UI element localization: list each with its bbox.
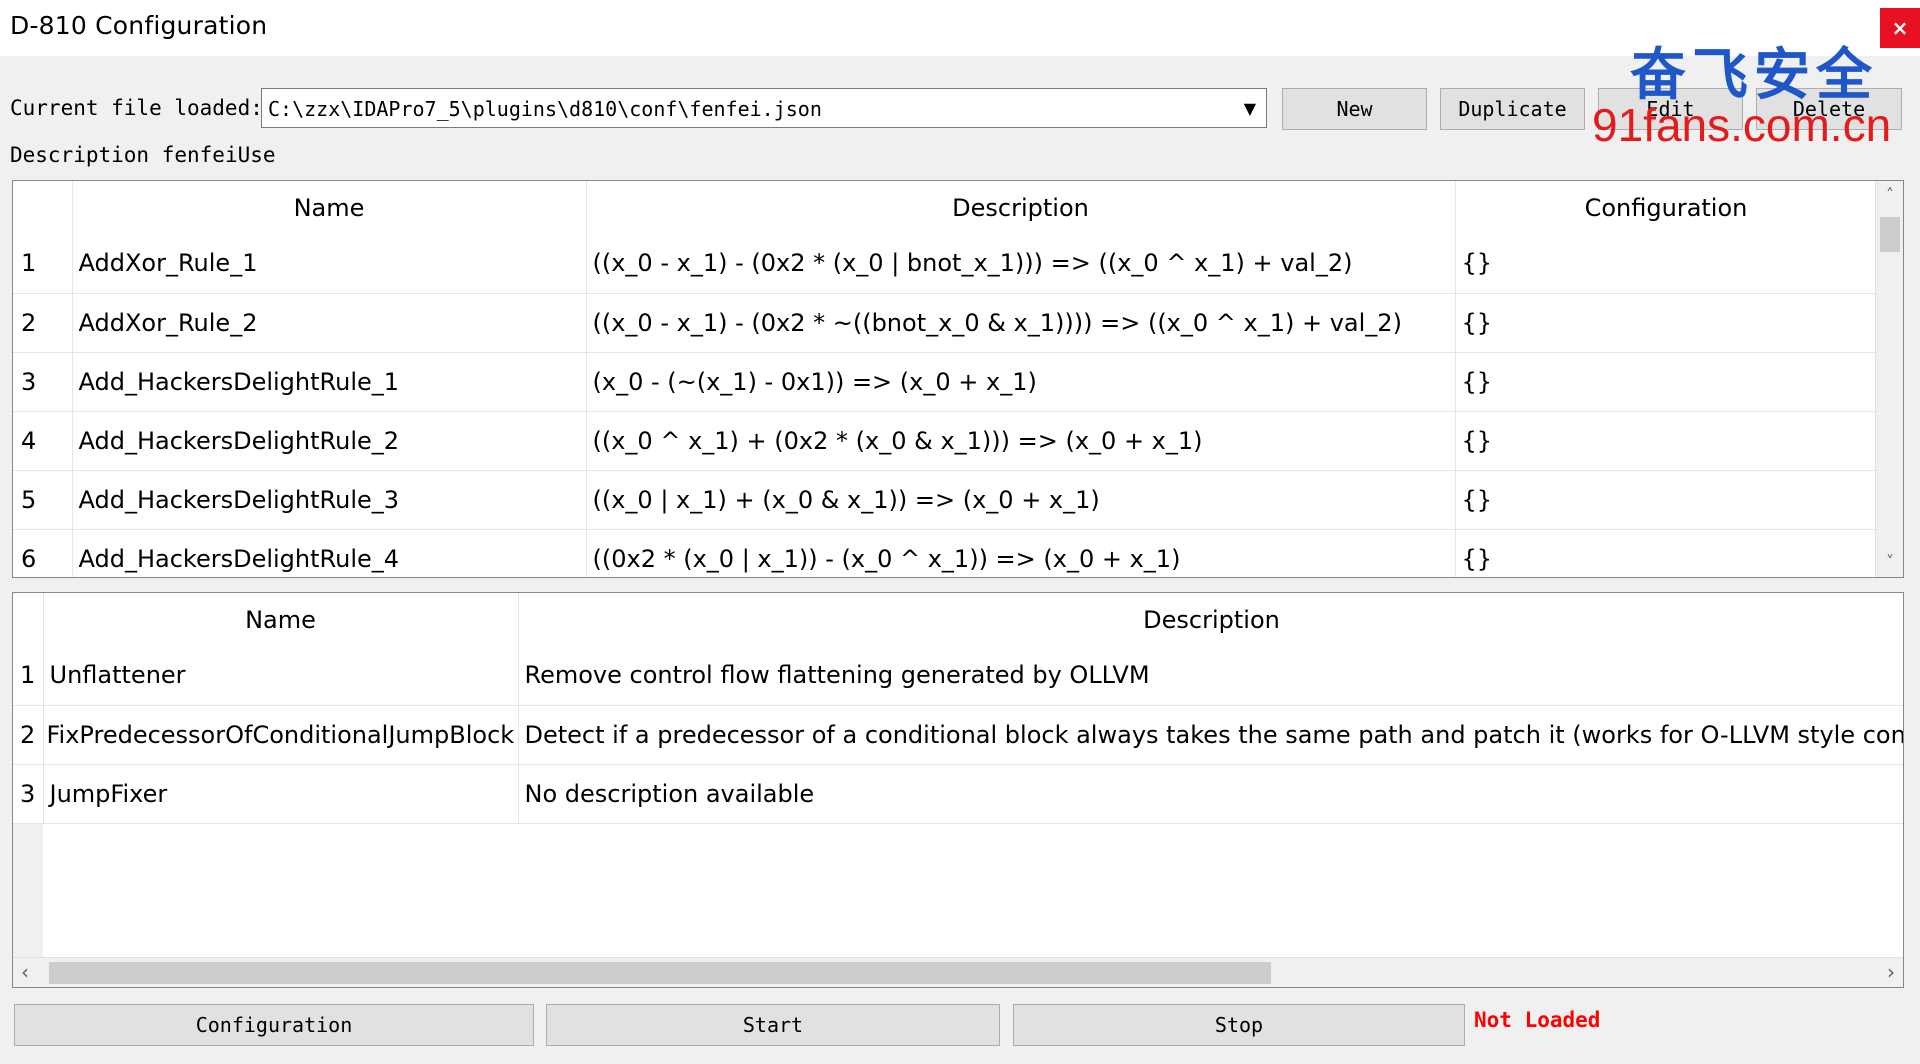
row-number-header (13, 593, 44, 646)
rule-name: AddXor_Rule_2 (72, 293, 587, 353)
column-header-name[interactable]: Name (72, 181, 587, 234)
blocks-header-row: Name Description (13, 593, 1903, 646)
table-row[interactable]: 3 JumpFixer No description available (13, 764, 1903, 824)
block-description: No description available (518, 764, 1903, 824)
rule-configuration: {} (1455, 470, 1878, 530)
rule-description: ((x_0 - x_1) - (0x2 * (x_0 | bnot_x_1)))… (586, 234, 1456, 294)
row-number: 6 (13, 529, 73, 577)
chevron-down-icon[interactable]: ▼ (1244, 99, 1256, 118)
chevron-up-icon[interactable]: ˄ (1876, 185, 1903, 204)
row-number: 3 (13, 352, 73, 412)
rule-description: ((0x2 * (x_0 | x_1)) - (x_0 ^ x_1)) => (… (586, 529, 1456, 577)
rule-name: AddXor_Rule_1 (72, 234, 587, 294)
rule-configuration: {} (1455, 352, 1878, 412)
rules-vertical-scrollbar[interactable]: ˄ ˅ (1875, 181, 1903, 577)
status-badge: Not Loaded (1474, 1008, 1601, 1032)
rule-configuration: {} (1455, 529, 1878, 577)
row-number: 3 (13, 764, 44, 824)
duplicate-button[interactable]: Duplicate (1440, 88, 1585, 130)
block-description: Remove control flow flattening generated… (518, 646, 1903, 706)
start-button[interactable]: Start (546, 1004, 1000, 1046)
scroll-thumb[interactable] (1880, 217, 1900, 252)
rule-description: ((x_0 | x_1) + (x_0 & x_1)) => (x_0 + x_… (586, 470, 1456, 530)
window-title: D-810 Configuration (10, 11, 268, 40)
block-name: JumpFixer (43, 764, 519, 824)
file-path: C:\zzx\IDAPro7_5\plugins\d810\conf\fenfe… (268, 97, 822, 121)
blocks-table: Name Description 1 Unflattener Remove co… (12, 592, 1904, 988)
row-number: 1 (13, 646, 44, 706)
description-label: Description (10, 143, 150, 167)
watermark-en: 91fans.com.cn (1592, 99, 1892, 151)
chevron-left-icon[interactable]: ‹ (21, 960, 29, 984)
description-value: fenfeiUse (161, 143, 276, 167)
rule-description: ((x_0 - x_1) - (0x2 * ~((bnot_x_0 & x_1)… (586, 293, 1456, 353)
rules-header-row: Name Description Configuration (13, 181, 1878, 234)
table-row[interactable]: 2 AddXor_Rule_2 ((x_0 - x_1) - (0x2 * ~(… (13, 293, 1878, 353)
new-button[interactable]: New (1282, 88, 1427, 130)
stop-button[interactable]: Stop (1013, 1004, 1465, 1046)
column-header-description[interactable]: Description (518, 593, 1903, 646)
rule-configuration: {} (1455, 234, 1878, 294)
block-name: Unflattener (43, 646, 519, 706)
file-label: Current file loaded: (10, 96, 263, 120)
rule-configuration: {} (1455, 293, 1878, 353)
file-select[interactable]: C:\zzx\IDAPro7_5\plugins\d810\conf\fenfe… (261, 88, 1267, 128)
row-number-header (13, 181, 73, 234)
table-row[interactable]: 3 Add_HackersDelightRule_1 (x_0 - (~(x_1… (13, 352, 1878, 412)
table-row[interactable]: 1 AddXor_Rule_1 ((x_0 - x_1) - (0x2 * (x… (13, 234, 1878, 294)
table-row[interactable]: 6 Add_HackersDelightRule_4 ((0x2 * (x_0 … (13, 529, 1878, 577)
rules-table: Name Description Configuration 1 AddXor_… (12, 180, 1904, 578)
column-header-description[interactable]: Description (586, 181, 1456, 234)
chevron-right-icon[interactable]: › (1887, 960, 1895, 984)
column-header-name[interactable]: Name (43, 593, 519, 646)
block-description: Detect if a predecessor of a conditional… (518, 705, 1903, 765)
block-name: FixPredecessorOfConditionalJumpBlock (43, 705, 519, 765)
row-number: 5 (13, 470, 73, 530)
table-row[interactable]: 1 Unflattener Remove control flow flatte… (13, 646, 1903, 706)
chevron-down-icon[interactable]: ˅ (1876, 552, 1903, 571)
description-line: Description fenfeiUse (10, 143, 276, 167)
rule-name: Add_HackersDelightRule_4 (72, 529, 587, 577)
table-row[interactable]: 5 Add_HackersDelightRule_3 ((x_0 | x_1) … (13, 470, 1878, 530)
row-number: 2 (13, 705, 44, 765)
table-row[interactable]: 4 Add_HackersDelightRule_2 ((x_0 ^ x_1) … (13, 411, 1878, 471)
rule-name: Add_HackersDelightRule_2 (72, 411, 587, 471)
row-number: 4 (13, 411, 73, 471)
row-number: 1 (13, 234, 73, 294)
rule-name: Add_HackersDelightRule_1 (72, 352, 587, 412)
blocks-horizontal-scrollbar[interactable]: ‹ › (13, 957, 1903, 987)
row-header-filler (13, 824, 43, 959)
rule-description: (x_0 - (~(x_1) - 0x1)) => (x_0 + x_1) (586, 352, 1456, 412)
close-button[interactable]: × (1880, 8, 1920, 48)
column-header-configuration[interactable]: Configuration (1455, 181, 1878, 234)
rule-name: Add_HackersDelightRule_3 (72, 470, 587, 530)
configuration-button[interactable]: Configuration (14, 1004, 534, 1046)
rule-configuration: {} (1455, 411, 1878, 471)
table-row[interactable]: 2 FixPredecessorOfConditionalJumpBlock D… (13, 705, 1903, 765)
scroll-thumb[interactable] (49, 962, 1271, 984)
rule-description: ((x_0 ^ x_1) + (0x2 * (x_0 & x_1))) => (… (586, 411, 1456, 471)
row-number: 2 (13, 293, 73, 353)
